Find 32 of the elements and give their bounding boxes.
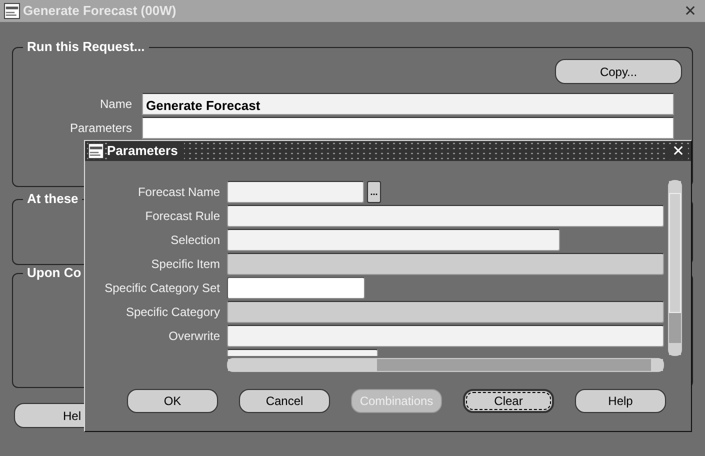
dialog-button[interactable]: OK (127, 389, 218, 413)
field-label: Parameters (68, 120, 133, 137)
text-field[interactable] (227, 325, 664, 347)
close-icon[interactable]: ✕ (669, 144, 688, 158)
group-title: Upon Co (23, 265, 86, 281)
close-icon[interactable]: ✕ (680, 4, 701, 18)
dialog-button[interactable]: Clear (463, 389, 554, 413)
field-label: Specific Category Set (104, 280, 221, 297)
text-field[interactable] (227, 205, 664, 227)
horizontal-scrollbar[interactable] (227, 358, 664, 372)
app-icon (4, 3, 20, 19)
dialog-button[interactable]: Cancel (239, 389, 330, 413)
text-field[interactable]: Generate Forecast (142, 93, 674, 115)
lov-field[interactable] (227, 181, 364, 203)
field-label: Selection (170, 232, 221, 249)
field-label: Overwrite (168, 328, 221, 345)
dialog-title: Parameters (107, 141, 184, 161)
field-label: Forecast Name (136, 184, 221, 201)
group-title: Run this Request... (23, 39, 149, 55)
text-field[interactable] (227, 277, 365, 299)
dialog-button[interactable]: Help (575, 389, 666, 413)
lov-button[interactable]: ... (367, 181, 381, 203)
app-icon (88, 143, 104, 159)
field-label: Forecast Rule (144, 208, 221, 225)
field-label: Specific Item (150, 256, 221, 273)
text-field[interactable] (142, 117, 674, 139)
field-label: Name (98, 96, 133, 113)
window-title: Generate Forecast (00W) (23, 2, 176, 20)
copy-button[interactable]: Copy... (555, 59, 682, 84)
text-field[interactable] (227, 229, 560, 251)
field-label: Specific Category (124, 304, 221, 321)
vertical-scrollbar[interactable] (668, 180, 682, 356)
